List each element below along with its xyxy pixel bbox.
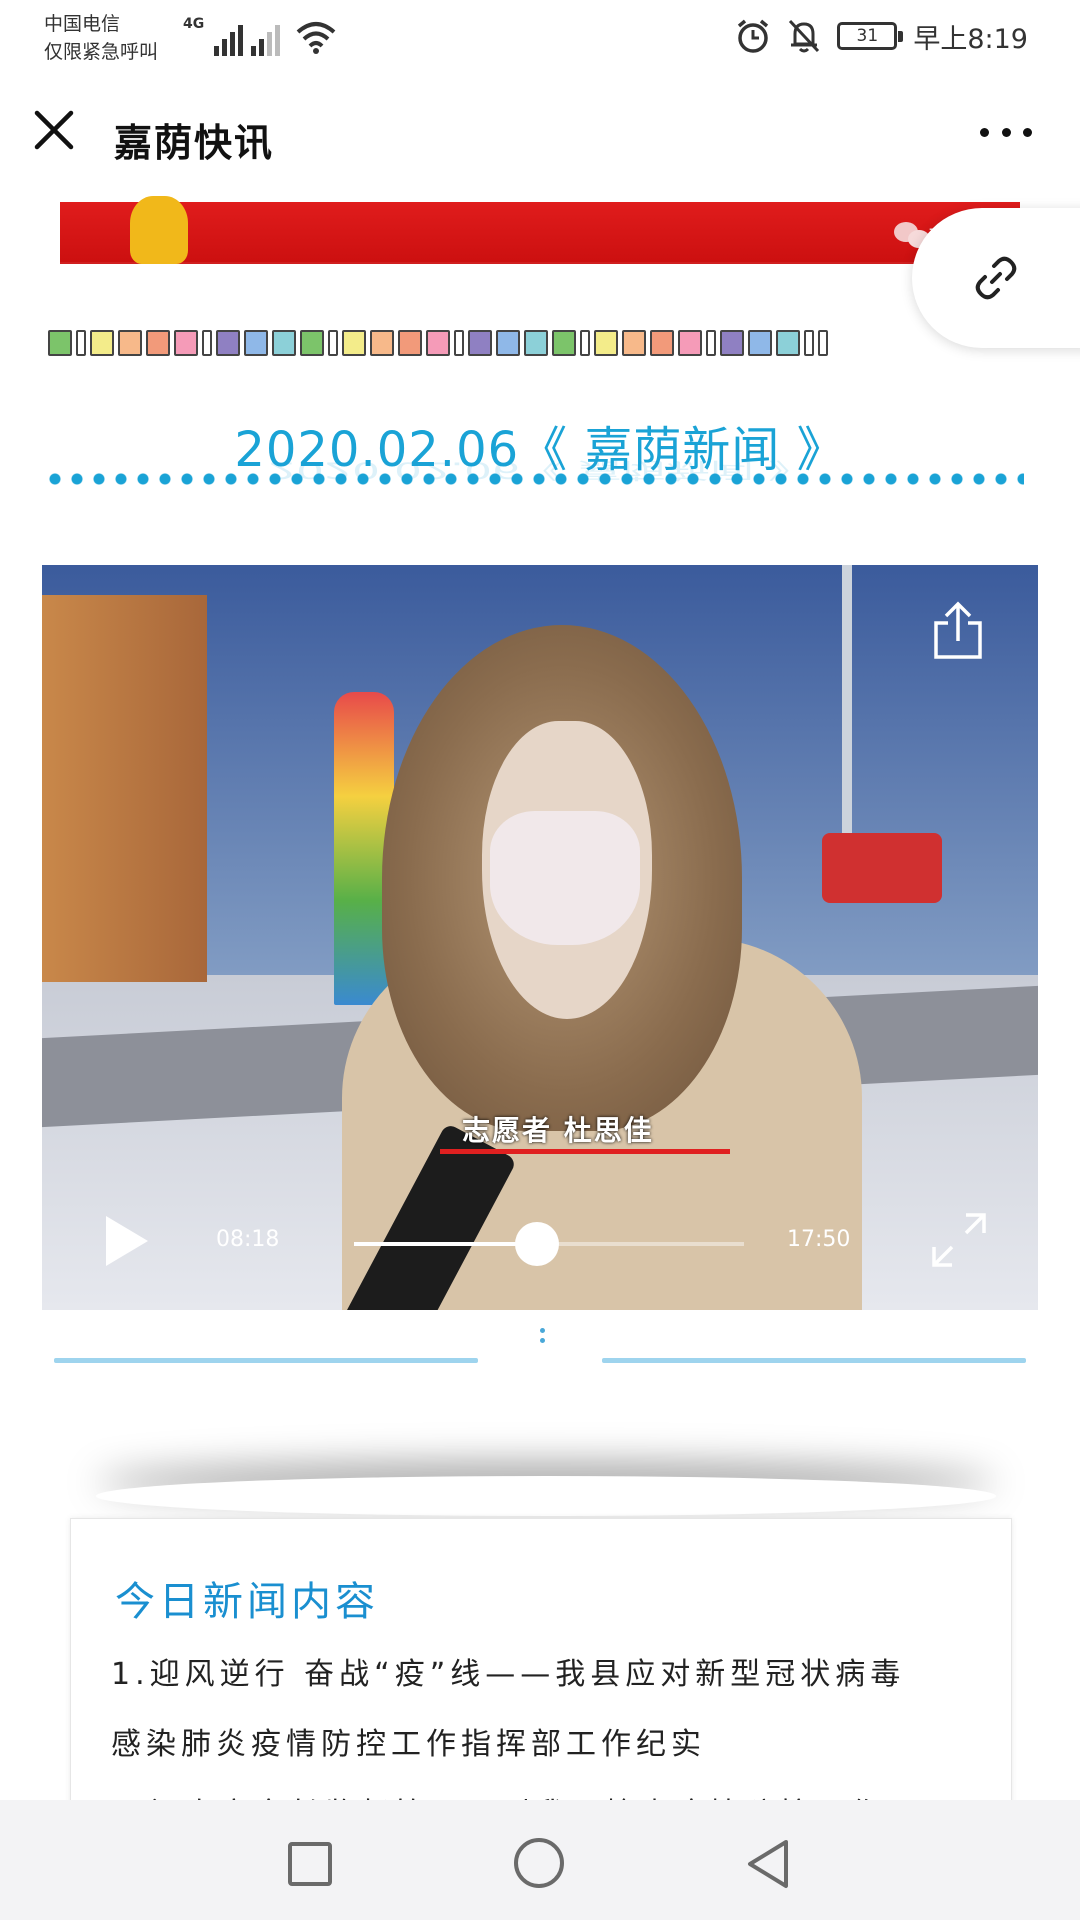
video-progress-bar[interactable] [354, 1222, 744, 1266]
no-signal-icon [251, 22, 281, 56]
color-strip-block [622, 330, 646, 356]
color-strip-block [216, 330, 240, 356]
separator-left [54, 1358, 478, 1363]
link-icon [975, 256, 1017, 300]
more-icon[interactable] [980, 128, 1032, 140]
color-strip-block [706, 330, 716, 356]
fullscreen-icon[interactable] [930, 1211, 988, 1269]
color-strip-block [300, 330, 324, 356]
color-strip-block [496, 330, 520, 356]
color-strip-block [244, 330, 268, 356]
color-strip-block [804, 330, 814, 356]
page-title: 嘉荫快讯 [114, 121, 275, 165]
video-total-time: 17:50 [787, 1227, 851, 1252]
color-strip-block [468, 330, 492, 356]
color-strip-block [76, 330, 86, 356]
card-shadow [96, 1476, 996, 1516]
title-reflection: 2020.02.06《 嘉荫新闻 》 [268, 457, 812, 483]
caption-underline [440, 1149, 730, 1154]
separator-dots [540, 1328, 546, 1350]
color-strip-block [146, 330, 170, 356]
color-strip-block [202, 330, 212, 356]
color-strip-block [678, 330, 702, 356]
video-caption: 志愿者 杜思佳 [462, 1114, 654, 1147]
wifi-icon [296, 22, 336, 54]
play-icon[interactable] [102, 1213, 152, 1269]
mute-bell-icon [789, 19, 820, 53]
color-strip-block [90, 330, 114, 356]
color-strip-block [118, 330, 142, 356]
color-strip-block [272, 330, 296, 356]
status-time: 早上8:19 [913, 23, 1028, 55]
decorative-color-strip [48, 330, 1028, 356]
circle-home-icon[interactable] [514, 1838, 564, 1888]
card-heading: 今日新闻内容 [115, 1579, 379, 1625]
emergency-only-text: 仅限紧急呼叫 [44, 41, 159, 63]
color-strip-block [174, 330, 198, 356]
video-player[interactable]: 志愿者 杜思佳 08:18 17:50 [42, 565, 1038, 1310]
copy-link-button[interactable] [912, 208, 1080, 348]
battery-icon: 31 [837, 22, 904, 50]
status-bar: 中国电信 仅限紧急呼叫 4G 31 早上8:19 [0, 0, 1080, 80]
color-strip-block [552, 330, 576, 356]
color-strip-block [776, 330, 800, 356]
network-type-label: 4G [183, 16, 205, 32]
video-current-time: 08:18 [216, 1227, 280, 1252]
article-banner: 嘉荫 [60, 196, 1020, 264]
color-strip-block [720, 330, 744, 356]
news-item-line[interactable]: 感染肺炎疫情防控工作指挥部工作纪实 [111, 1719, 706, 1763]
color-strip-block [370, 330, 394, 356]
square-nav-icon[interactable] [288, 1842, 332, 1886]
network-icons: 4G [183, 16, 338, 56]
triangle-back-icon[interactable] [744, 1838, 792, 1890]
carrier-name: 中国电信 [44, 13, 121, 35]
video-frame-car [822, 833, 942, 904]
color-strip-block [328, 330, 338, 356]
color-strip-block [818, 330, 828, 356]
carrier-info: 中国电信 仅限紧急呼叫 [44, 10, 158, 66]
banner-decoration [130, 196, 188, 264]
color-strip-block [454, 330, 464, 356]
color-strip-block [748, 330, 772, 356]
video-frame-mask [490, 810, 640, 945]
news-content-card: 今日新闻内容 1.迎风逆行 奋战“疫”线——我县应对新型冠状病毒 感染肺炎疫情防… [70, 1518, 1012, 1832]
system-nav-bar [0, 1800, 1080, 1920]
color-strip-block [580, 330, 590, 356]
news-item-line[interactable]: 1.迎风逆行 奋战“疫”线——我县应对新型冠状病毒 [111, 1649, 905, 1693]
color-strip-block [398, 330, 422, 356]
separator-right [602, 1358, 1026, 1363]
status-right-group: 31 早上8:19 [735, 16, 1028, 56]
color-strip-block [48, 330, 72, 356]
video-progress-fill [354, 1242, 538, 1246]
color-strip-block [342, 330, 366, 356]
video-progress-handle[interactable] [515, 1222, 560, 1266]
title-bar: 嘉荫快讯 [0, 80, 1080, 192]
signal-icon [214, 22, 244, 56]
color-strip-block [650, 330, 674, 356]
video-frame-building [42, 594, 207, 983]
video-frame-pole [842, 565, 852, 863]
color-strip-block [524, 330, 548, 356]
alarm-icon [738, 19, 769, 53]
color-strip-block [594, 330, 618, 356]
color-strip-block [426, 330, 450, 356]
share-icon[interactable] [930, 601, 986, 661]
close-icon[interactable] [32, 108, 76, 152]
